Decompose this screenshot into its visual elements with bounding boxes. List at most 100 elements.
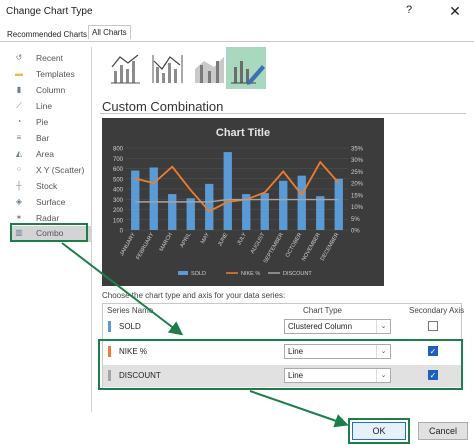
combo-thumb-icon: [195, 57, 224, 83]
x-tick-label: AUGUST: [250, 231, 267, 254]
sidebar-item-templates[interactable]: ▬ Templates: [12, 67, 92, 82]
cancel-button[interactable]: Cancel: [418, 422, 468, 440]
line-series-nike: [135, 160, 340, 213]
y2-tick-label: 20%: [351, 182, 364, 188]
sidebar-item-label: Pie: [36, 117, 49, 127]
y-tick-label: 100: [113, 218, 124, 224]
combo-subtype-column-line-secondary[interactable]: [148, 47, 188, 89]
combo-thumb-icon: [111, 54, 140, 84]
x-tick-label: NOVEMBER: [301, 232, 322, 262]
x-tick-label: MARCH: [159, 232, 174, 252]
stock-chart-icon: ┼: [16, 181, 22, 190]
sidebar-item-label: Column: [36, 85, 66, 95]
title-bar: Change Chart Type ? ✕: [0, 0, 474, 24]
x-tick-label: APRIL: [179, 232, 192, 249]
bar-sold-december: [334, 178, 343, 230]
bar-sold-november: [316, 196, 325, 230]
y2-tick-label: 10%: [351, 205, 364, 211]
x-tick-label: JUNE: [217, 232, 230, 248]
x-tick-label: OCTOBER: [285, 232, 304, 258]
sidebar-item-recent[interactable]: ↺ Recent: [12, 51, 92, 66]
y2-tick-label: 0%: [351, 229, 360, 235]
sidebar-item-label: Bar: [36, 133, 50, 143]
combo-subtype-custom-combination[interactable]: [226, 47, 266, 89]
line-chart-icon: ⟋: [16, 101, 22, 110]
legend-label-sold: SOLD: [191, 271, 206, 277]
column-header-secondary-axis: Secondary Axis: [409, 306, 465, 315]
arrow-to-ok-button: [249, 390, 349, 428]
x-tick-label: DECEMBER: [320, 232, 341, 262]
area-chart-icon: ◭: [15, 149, 23, 158]
y-tick-label: 500: [113, 177, 124, 183]
series-row-sold: SOLD Clustered Column ⌄: [103, 316, 461, 338]
surface-chart-icon: ◈: [15, 197, 23, 206]
legend-label-discount: DISCOUNT: [283, 271, 312, 277]
combo-highlight-box: [10, 223, 88, 242]
close-button[interactable]: ✕: [442, 2, 468, 22]
sidebar-item-stock[interactable]: ┼ Stock: [12, 179, 92, 194]
legend-label-nike: NIKE %: [241, 271, 260, 277]
chart-type-dropdown[interactable]: Clustered Column ⌄: [284, 319, 391, 334]
series-name: SOLD: [119, 322, 141, 331]
y2-tick-label: 15%: [351, 193, 364, 199]
y-tick-label: 800: [113, 147, 124, 153]
radar-chart-icon: ✶: [15, 213, 23, 222]
window-title: Change Chart Type: [6, 6, 93, 17]
bar-sold-september: [279, 180, 288, 230]
ok-button[interactable]: OK: [352, 422, 406, 440]
column-chart-icon: ▮: [16, 85, 22, 94]
tab-divider: [0, 41, 474, 42]
tab-all-charts[interactable]: All Charts: [88, 25, 131, 39]
rows-highlight-box: [98, 339, 463, 390]
sidebar-item-line[interactable]: ⟋ Line: [12, 99, 92, 114]
legend-swatch-sold: [178, 271, 188, 275]
y2-tick-label: 25%: [351, 170, 364, 176]
sidebar-item-scatter[interactable]: ⁘ X Y (Scatter): [12, 163, 92, 178]
help-button[interactable]: ?: [406, 4, 412, 16]
tab-recommended-charts[interactable]: Recommended Charts: [7, 30, 87, 39]
sidebar-item-column[interactable]: ▮ Column: [12, 83, 92, 98]
y-tick-label: 700: [113, 157, 124, 163]
secondary-axis-checkbox[interactable]: [428, 321, 438, 331]
combo-subtype-clustered-column-line[interactable]: [106, 47, 146, 89]
combo-chart-svg: Chart Title 0 100 200 300 400 500 600 700 800 0% 5%…: [113, 127, 364, 277]
x-tick-label: MAY: [200, 232, 211, 245]
bar-sold-october: [297, 175, 306, 230]
bar-sold-august: [260, 193, 269, 230]
column-header-series-name: Series Name: [107, 306, 154, 315]
series-color-swatch: [108, 321, 111, 332]
bar-chart-icon: ≡: [16, 133, 22, 142]
y-tick-label: 200: [113, 208, 124, 214]
sidebar-item-bar[interactable]: ≡ Bar: [12, 131, 92, 146]
section-divider: [100, 113, 466, 114]
y-tick-label: 300: [113, 198, 124, 204]
sidebar-item-pie[interactable]: ◔ Pie: [12, 115, 92, 130]
bar-sold-march: [168, 194, 177, 230]
sidebar-item-label: Stock: [36, 181, 58, 191]
scatter-chart-icon: ⁘: [15, 165, 23, 174]
bar-sold-june: [223, 152, 232, 230]
y-tick-label: 400: [113, 188, 124, 194]
sidebar-item-label: Recent: [36, 53, 63, 63]
sidebar-item-label: Line: [36, 101, 53, 111]
combo-thumb-icon: [152, 55, 183, 83]
x-tick-label: FEBRUARY: [135, 232, 155, 261]
sidebar-item-area[interactable]: ◭ Area: [12, 147, 92, 162]
combo-subtype-stacked-area-column[interactable]: [190, 47, 230, 89]
x-tick-label: JULY: [236, 232, 248, 247]
recent-icon: ↺: [15, 53, 23, 62]
sidebar-item-label: Templates: [36, 69, 75, 79]
chevron-down-icon[interactable]: ⌄: [376, 320, 390, 333]
sidebar-item-surface[interactable]: ◈ Surface: [12, 195, 92, 210]
y-tick-label: 0: [120, 229, 124, 235]
bar-sold-april: [186, 198, 195, 230]
series-instruction: Choose the chart type and axis for your …: [102, 291, 286, 300]
column-header-chart-type: Chart Type: [303, 306, 342, 315]
y2-tick-label: 5%: [351, 217, 360, 223]
dropdown-value: Clustered Column: [288, 322, 353, 331]
templates-folder-icon: ▬: [15, 69, 23, 78]
chart-title: Chart Title: [216, 127, 270, 139]
sidebar-item-label: Radar: [36, 213, 60, 223]
x-tick-label: SEPTEMBER: [263, 232, 285, 264]
y2-tick-label: 30%: [351, 158, 364, 164]
